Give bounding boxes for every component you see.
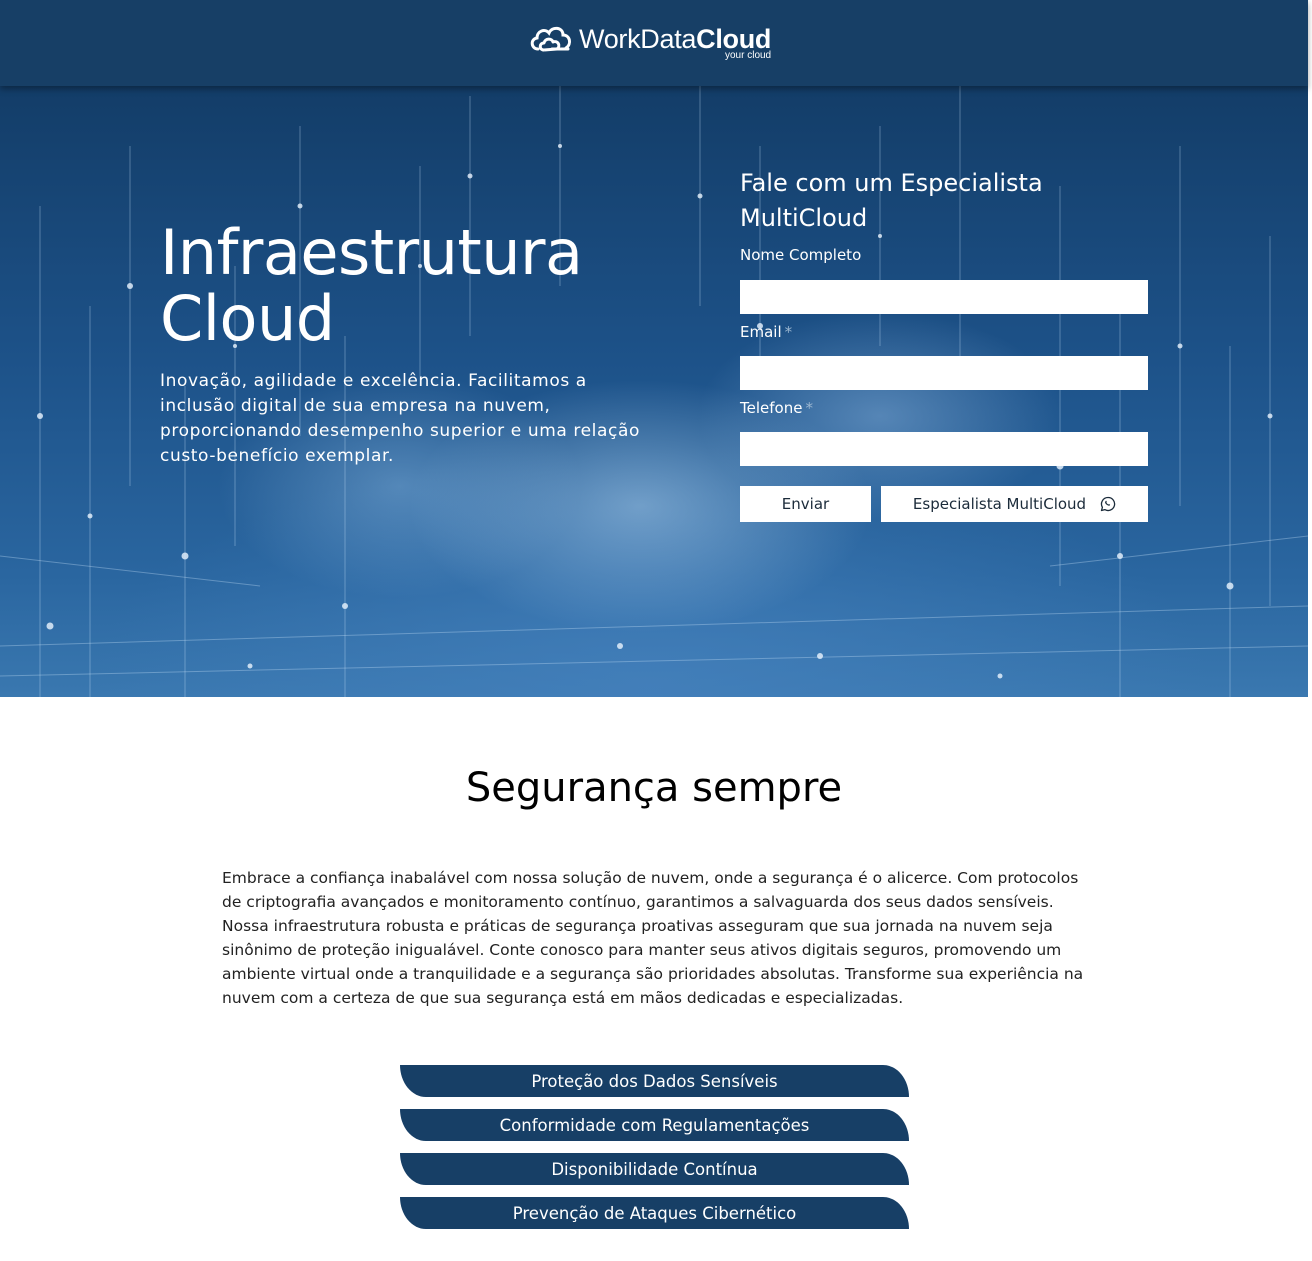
form-buttons: Enviar Especialista MultiCloud xyxy=(740,486,1148,522)
hero-description: Inovação, agilidade e excelência. Facili… xyxy=(160,371,640,466)
contact-form: Fale com um Especialista MultiCloud Nome… xyxy=(740,166,1148,522)
feature-pill: Conformidade com Regulamentações xyxy=(400,1109,909,1141)
name-label: Nome Completo xyxy=(740,245,1148,265)
required-mark: * xyxy=(805,399,813,417)
brand-logo[interactable]: WorkDataCloud your cloud xyxy=(528,22,771,62)
feature-pill: Proteção dos Dados Sensíveis xyxy=(400,1065,909,1097)
name-field[interactable] xyxy=(740,280,1148,314)
phone-field[interactable] xyxy=(740,432,1148,466)
logo-tagline: your cloud xyxy=(724,50,772,61)
whatsapp-button-label: Especialista MultiCloud xyxy=(912,495,1087,513)
feature-pill: Disponibilidade Contínua xyxy=(400,1153,909,1185)
email-label: Email * xyxy=(740,322,1148,342)
submit-button[interactable]: Enviar xyxy=(740,486,871,522)
email-label-text: Email xyxy=(740,323,782,341)
phone-label-text: Telefone xyxy=(740,399,803,417)
security-title: Segurança sempre xyxy=(465,765,843,811)
form-title: Fale com um Especialista MultiCloud xyxy=(740,169,1043,232)
feature-pill: Prevenção de Ataques Cibernético xyxy=(400,1197,909,1229)
hero-title: Infraestrutura Cloud xyxy=(160,220,640,352)
whatsapp-specialist-button[interactable]: Especialista MultiCloud xyxy=(881,486,1148,522)
logo-part1: WorkData xyxy=(579,24,697,54)
security-features: Proteção dos Dados Sensíveis Conformidad… xyxy=(400,1065,909,1241)
hero-section: Infraestrutura Cloud Inovação, agilidade… xyxy=(0,86,1308,697)
required-mark: * xyxy=(784,323,793,341)
site-header: WorkDataCloud your cloud xyxy=(0,0,1308,86)
name-label-text: Nome Completo xyxy=(740,246,862,264)
cloud-logo-icon xyxy=(530,26,572,52)
phone-label: Telefone * xyxy=(740,398,1148,418)
email-field[interactable] xyxy=(740,356,1148,390)
security-description: Embrace a confiança inabalável com nossa… xyxy=(222,869,1084,1007)
whatsapp-icon xyxy=(1100,496,1116,512)
hero-title-line2: Cloud xyxy=(160,282,335,355)
hero-title-line1: Infraestrutura xyxy=(160,216,583,289)
